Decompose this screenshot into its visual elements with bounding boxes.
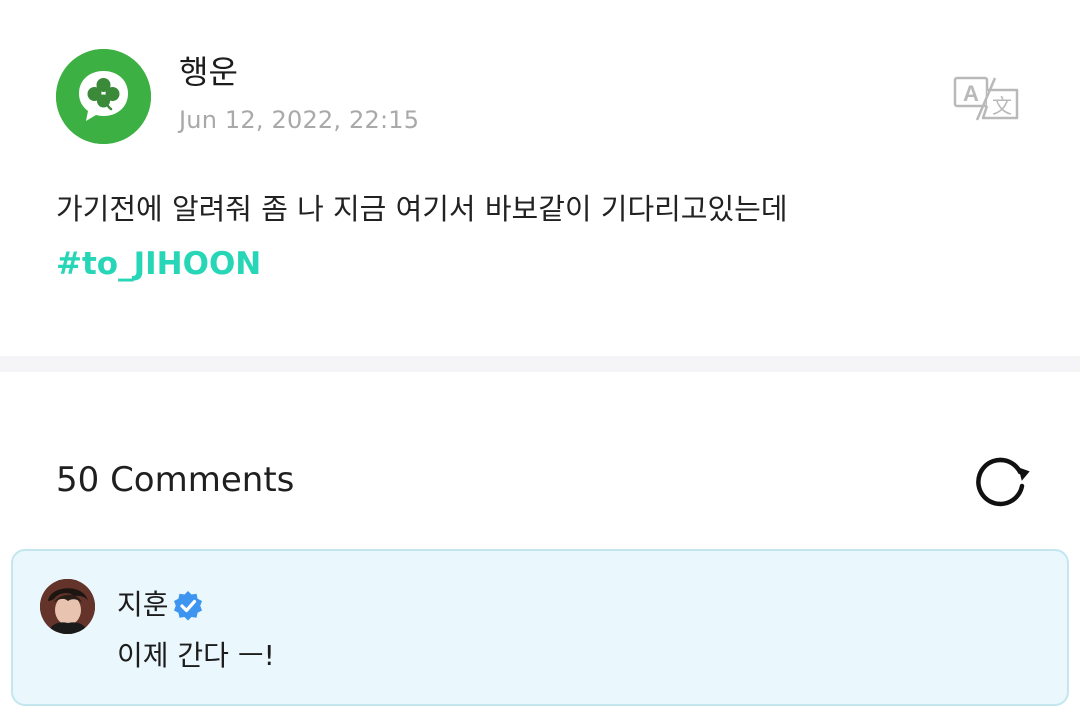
refresh-icon[interactable] (970, 452, 1030, 508)
post-timestamp: Jun 12, 2022, 22:15 (179, 106, 420, 134)
commenter-avatar[interactable] (40, 579, 95, 634)
post-body-text: 가기전에 알려줘 좀 나 지금 여기서 바보같이 기다리고있는데 (56, 192, 788, 226)
translate-icon[interactable]: A 文 (953, 76, 1021, 122)
clover-chat-bubble-icon (56, 49, 151, 144)
svg-text:文: 文 (992, 95, 1012, 118)
author-name[interactable]: 행운 (179, 52, 238, 92)
verified-badge-icon (172, 590, 204, 622)
author-avatar[interactable] (56, 49, 151, 144)
comment-card[interactable] (11, 549, 1069, 706)
comments-count-heading: 50 Comments (56, 460, 295, 500)
post-screen: 행운 Jun 12, 2022, 22:15 A 文 가기전에 알려줘 좀 나 … (0, 0, 1080, 723)
svg-text:A: A (963, 81, 979, 106)
hashtag-link[interactable]: #to_JIHOON (56, 243, 261, 285)
commenter-name[interactable]: 지훈 (117, 586, 169, 624)
section-divider (0, 356, 1080, 372)
comment-text: 이제 간다 ㅡ! (117, 639, 275, 672)
